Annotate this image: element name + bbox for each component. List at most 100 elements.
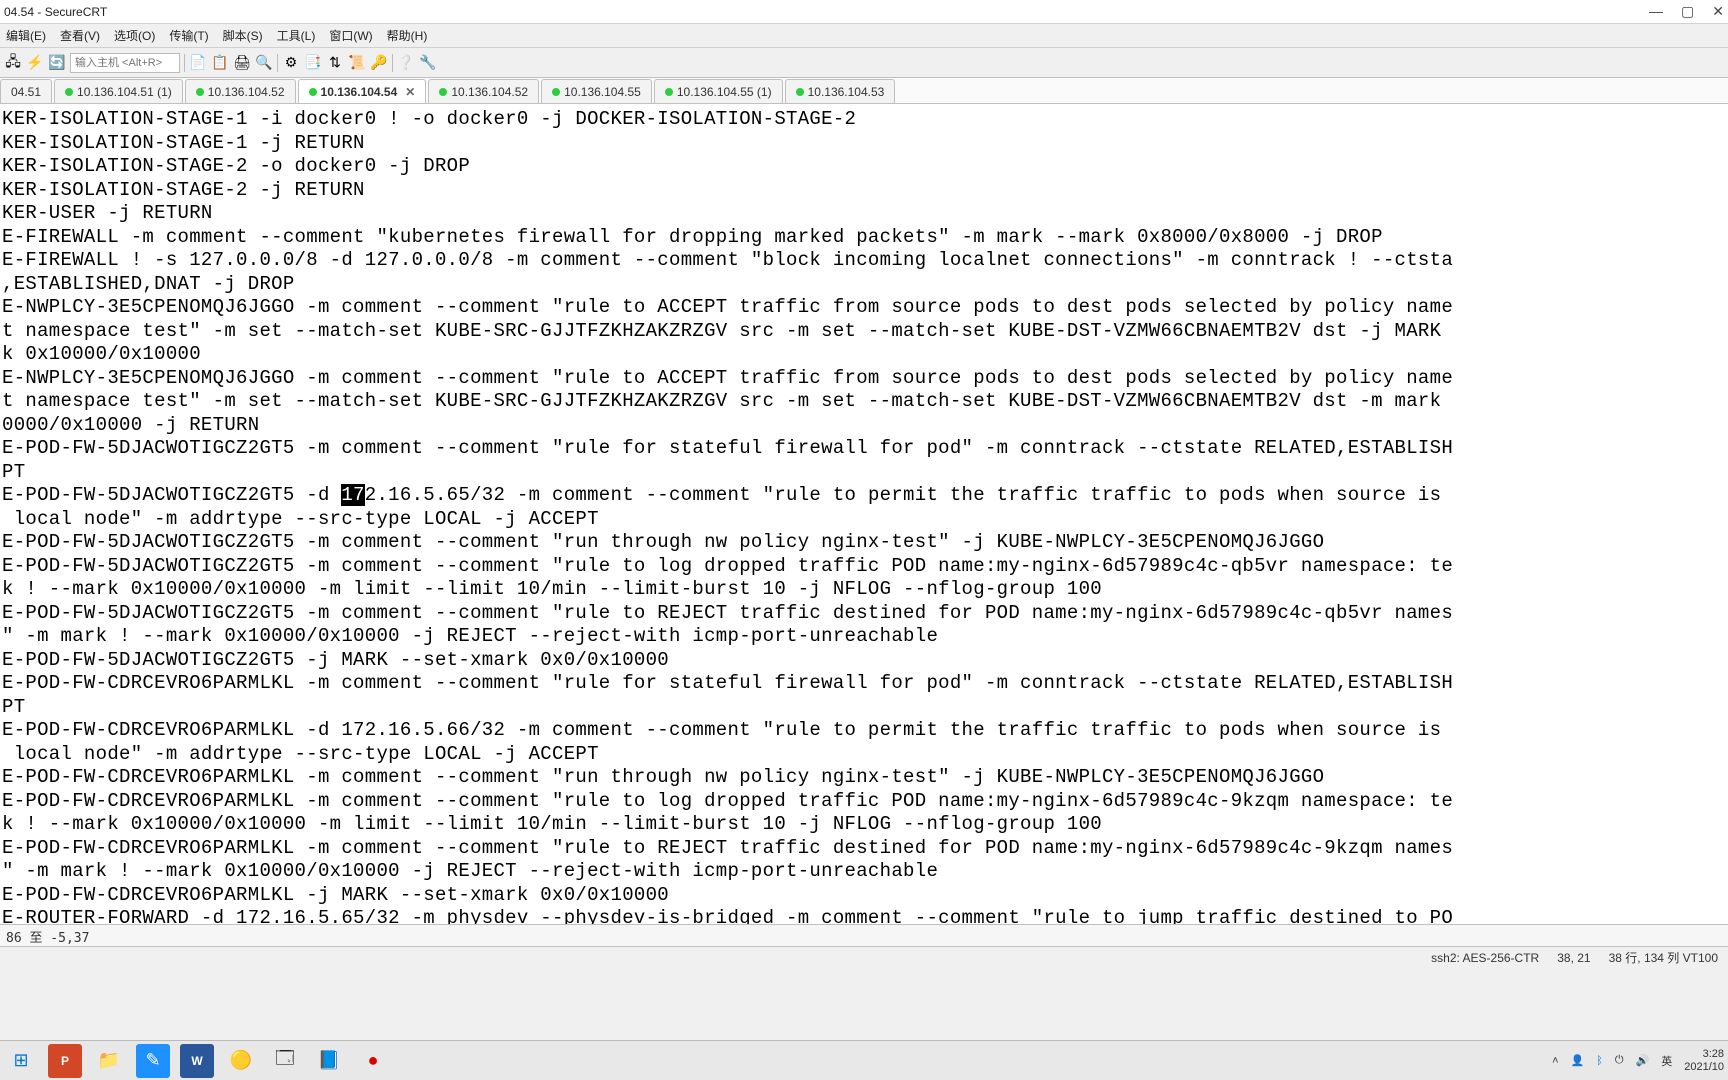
status-dot-icon <box>309 88 317 96</box>
terminal-output[interactable]: KER-ISOLATION-STAGE-1 -i docker0 ! -o do… <box>0 104 1728 924</box>
status-dot-icon <box>196 88 204 96</box>
tab-label: 10.136.104.54 <box>321 85 398 99</box>
close-button[interactable]: ✕ <box>1712 3 1724 20</box>
tab-session-54[interactable]: 10.136.104.54 ✕ <box>298 79 427 103</box>
script-icon[interactable]: 📜 <box>348 54 366 72</box>
window-titlebar: 04.54 - SecureCRT — ▢ ✕ <box>0 0 1728 24</box>
toolbar-separator <box>392 54 393 72</box>
tray-volume-icon[interactable]: 🔊 <box>1636 1054 1650 1067</box>
terminal-line: E-NWPLCY-3E5CPENOMQJ6JGGO -m comment --c… <box>2 296 1726 320</box>
tab-session-04-51[interactable]: 04.51 <box>0 79 52 103</box>
word-icon[interactable]: W <box>180 1044 214 1078</box>
terminal-line: E-POD-FW-5DJACWOTIGCZ2GT5 -j MARK --set-… <box>2 649 1726 673</box>
tab-session-51-1[interactable]: 10.136.104.51 (1) <box>54 79 183 103</box>
terminal-line: " -m mark ! --mark 0x10000/0x10000 -j RE… <box>2 625 1726 649</box>
terminal-line: k ! --mark 0x10000/0x10000 -m limit --li… <box>2 813 1726 837</box>
tab-label: 10.136.104.55 <box>564 85 641 99</box>
terminal-line: KER-ISOLATION-STAGE-2 -j RETURN <box>2 179 1726 203</box>
terminal-line: KER-ISOLATION-STAGE-1 -i docker0 ! -o do… <box>2 108 1726 132</box>
copy-icon[interactable]: 📄 <box>189 54 207 72</box>
session-icon[interactable]: 📑 <box>304 54 322 72</box>
terminal-line: KER-ISOLATION-STAGE-2 -o docker0 -j DROP <box>2 155 1726 179</box>
transfer-icon[interactable]: ⇅ <box>326 54 344 72</box>
status-range: 86 至 -5,37 <box>6 931 89 946</box>
terminal-cursor: 17 <box>341 484 364 506</box>
terminal-line: E-POD-FW-5DJACWOTIGCZ2GT5 -m comment --c… <box>2 555 1726 579</box>
toolbar-separator <box>277 54 278 72</box>
start-button[interactable]: ⊞ <box>4 1044 38 1078</box>
menu-help[interactable]: 帮助(H) <box>387 27 428 44</box>
status-terminal-size: 38 行, 134 列 VT100 <box>1609 949 1718 966</box>
status-connection: ssh2: AES-256-CTR <box>1431 951 1539 965</box>
help-icon[interactable]: ❔ <box>397 54 415 72</box>
windows-taskbar: ⊞ P 📁 ✎ W 🟡 🗔 📘 ● ˄ 👤 ᛒ ⏻ 🔊 英 3:28 2021/… <box>0 1040 1728 1080</box>
status-bar: ssh2: AES-256-CTR 38, 21 38 行, 134 列 VT1… <box>0 946 1728 968</box>
tab-label: 04.51 <box>11 85 41 99</box>
paste-icon[interactable]: 📋 <box>211 54 229 72</box>
print-icon[interactable]: 🖨 <box>233 54 251 72</box>
clock-time[interactable]: 3:28 <box>1703 1048 1724 1060</box>
tab-session-53[interactable]: 10.136.104.53 <box>785 79 896 103</box>
tab-label: 10.136.104.52 <box>451 85 528 99</box>
tab-session-55[interactable]: 10.136.104.55 <box>541 79 652 103</box>
tray-people-icon[interactable]: 👤 <box>1571 1054 1585 1067</box>
app-notes-icon[interactable]: 📘 <box>312 1044 346 1078</box>
terminal-line: E-POD-FW-CDRCEVRO6PARMLKL -d 172.16.5.66… <box>2 719 1726 743</box>
app-blue-icon[interactable]: ✎ <box>136 1044 170 1078</box>
menu-view[interactable]: 查看(V) <box>60 27 100 44</box>
host-input[interactable] <box>70 53 180 73</box>
terminal-line: local node" -m addrtype --src-type LOCAL… <box>2 743 1726 767</box>
terminal-line: E-POD-FW-CDRCEVRO6PARMLKL -m comment --c… <box>2 766 1726 790</box>
toolbar: 🖧 ⚡ 🔄 📄 📋 🖨 🔍 ⚙ 📑 ⇅ 📜 🔑 ❔ 🔧 <box>0 48 1728 78</box>
tab-close-icon[interactable]: ✕ <box>405 85 415 99</box>
menu-transfer[interactable]: 传输(T) <box>169 27 208 44</box>
terminal-line: k 0x10000/0x10000 <box>2 343 1726 367</box>
maximize-button[interactable]: ▢ <box>1681 3 1694 20</box>
terminal-line: E-POD-FW-5DJACWOTIGCZ2GT5 -m comment --c… <box>2 531 1726 555</box>
tray-network-icon[interactable]: ⏻ <box>1615 1054 1624 1067</box>
tab-session-55-1[interactable]: 10.136.104.55 (1) <box>654 79 783 103</box>
tab-session-52b[interactable]: 10.136.104.52 <box>428 79 539 103</box>
connect-icon[interactable]: 🖧 <box>4 54 22 72</box>
menubar: 编辑(E) 查看(V) 选项(O) 传输(T) 脚本(S) 工具(L) 窗口(W… <box>0 24 1728 48</box>
terminal-line: E-POD-FW-5DJACWOTIGCZ2GT5 -d 172.16.5.65… <box>2 484 1726 508</box>
terminal-line: PT <box>2 696 1726 720</box>
terminal-line: E-POD-FW-5DJACWOTIGCZ2GT5 -m comment --c… <box>2 437 1726 461</box>
chrome-icon[interactable]: 🟡 <box>224 1044 258 1078</box>
tools-icon[interactable]: 🔧 <box>419 54 437 72</box>
terminal-line: E-FIREWALL -m comment --comment "kuberne… <box>2 226 1726 250</box>
tab-label: 10.136.104.52 <box>208 85 285 99</box>
record-icon[interactable]: ● <box>356 1044 390 1078</box>
file-explorer-icon[interactable]: 📁 <box>92 1044 126 1078</box>
menu-edit[interactable]: 编辑(E) <box>6 27 46 44</box>
status-cursor-pos: 38, 21 <box>1557 951 1590 965</box>
find-icon[interactable]: 🔍 <box>255 54 273 72</box>
menu-options[interactable]: 选项(O) <box>114 27 155 44</box>
options-icon[interactable]: ⚙ <box>282 54 300 72</box>
powerpoint-icon[interactable]: P <box>48 1044 82 1078</box>
tray-ime[interactable]: 英 <box>1661 1053 1672 1069</box>
minimize-button[interactable]: — <box>1649 3 1663 20</box>
terminal-line: ,ESTABLISHED,DNAT -j DROP <box>2 273 1726 297</box>
tray-bluetooth-icon[interactable]: ᛒ <box>1596 1055 1603 1067</box>
tab-label: 10.136.104.55 (1) <box>677 85 772 99</box>
menu-window[interactable]: 窗口(W) <box>329 27 372 44</box>
terminal-line: E-ROUTER-FORWARD -d 172.16.5.65/32 -m ph… <box>2 907 1726 924</box>
tab-label: 10.136.104.53 <box>808 85 885 99</box>
terminal-line: E-POD-FW-CDRCEVRO6PARMLKL -m comment --c… <box>2 837 1726 861</box>
status-dot-icon <box>439 88 447 96</box>
quick-connect-icon[interactable]: ⚡ <box>26 54 44 72</box>
key-icon[interactable]: 🔑 <box>370 54 388 72</box>
tray-arrow-icon[interactable]: ˄ <box>1552 1055 1558 1067</box>
status-dot-icon <box>65 88 73 96</box>
terminal-line: " -m mark ! --mark 0x10000/0x10000 -j RE… <box>2 860 1726 884</box>
terminal-line: t namespace test" -m set --match-set KUB… <box>2 320 1726 344</box>
clock-date[interactable]: 2021/10 <box>1684 1061 1724 1073</box>
menu-script[interactable]: 脚本(S) <box>223 27 263 44</box>
status-dot-icon <box>552 88 560 96</box>
tab-session-52[interactable]: 10.136.104.52 <box>185 79 296 103</box>
menu-tools[interactable]: 工具(L) <box>277 27 316 44</box>
terminal-line: E-POD-FW-CDRCEVRO6PARMLKL -m comment --c… <box>2 790 1726 814</box>
app-generic-icon[interactable]: 🗔 <box>268 1044 302 1078</box>
reconnect-icon[interactable]: 🔄 <box>48 54 66 72</box>
